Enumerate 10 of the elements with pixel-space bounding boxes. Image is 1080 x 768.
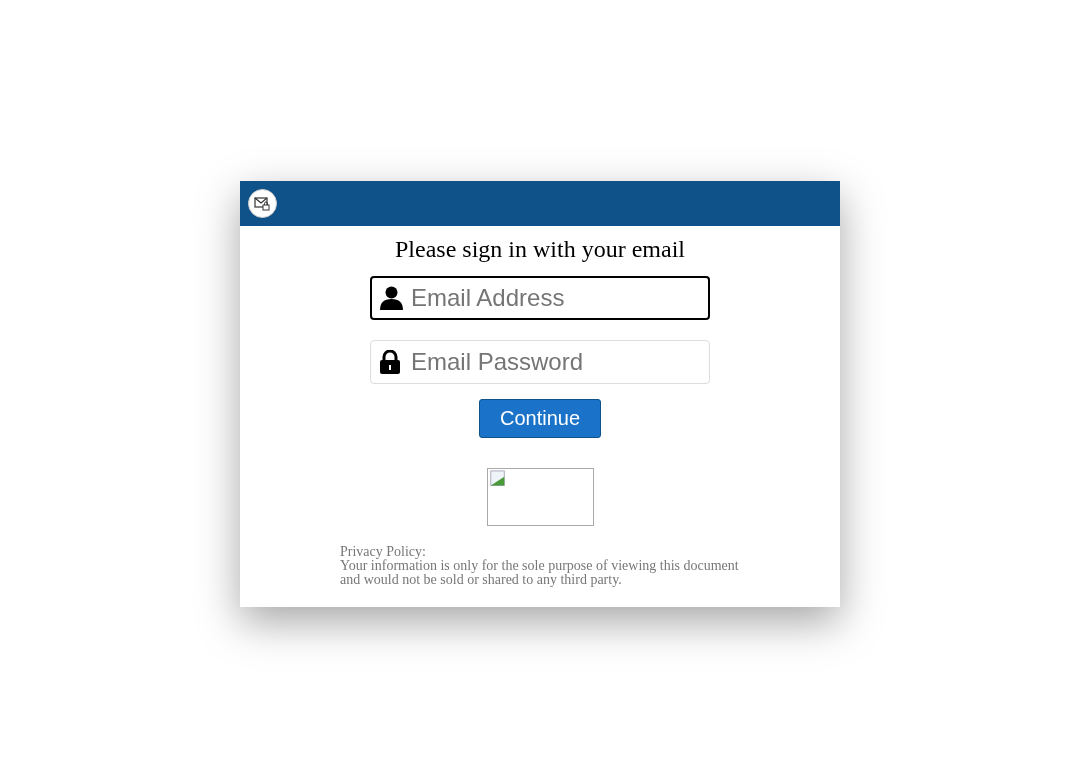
broken-image-icon bbox=[486, 468, 594, 526]
privacy-text: and would not be sold or shared to any third party. bbox=[340, 573, 622, 587]
sign-in-heading: Please sign in with your email bbox=[395, 235, 685, 264]
user-icon bbox=[380, 286, 403, 310]
mail-lock-icon bbox=[248, 189, 277, 218]
continue-button[interactable]: Continue bbox=[478, 399, 602, 438]
privacy-title: Privacy Policy: bbox=[340, 545, 426, 559]
privacy-text: Your information is only for the sole purpose of viewing this document bbox=[340, 559, 739, 573]
lock-icon bbox=[380, 350, 400, 374]
input-field[interactable]: Email Address bbox=[370, 276, 710, 320]
